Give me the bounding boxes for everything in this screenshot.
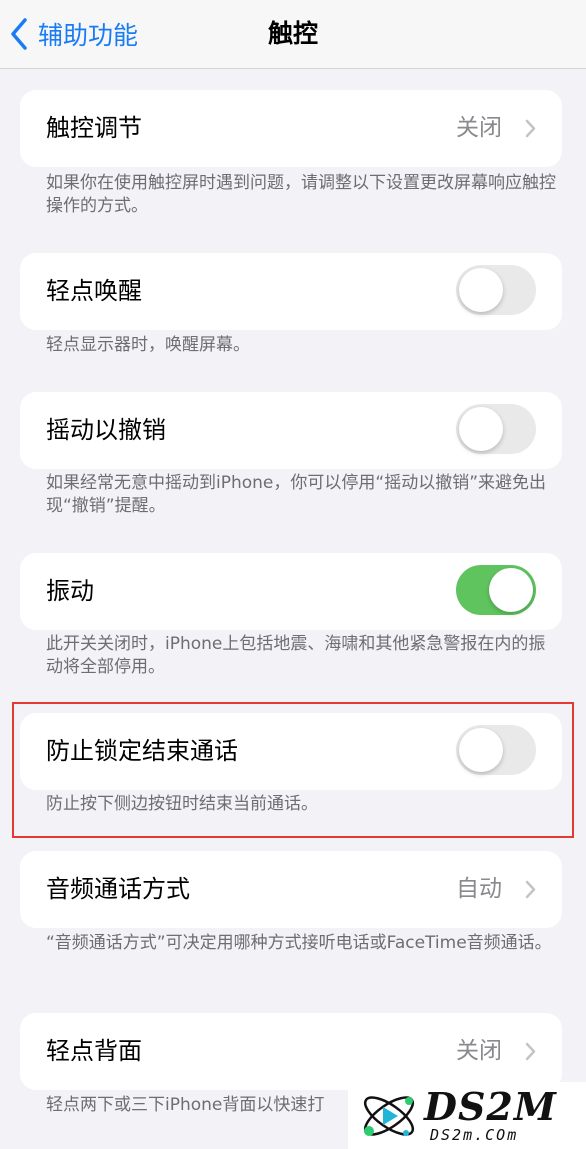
call-audio-routing-row[interactable]: 音频通话方式 自动 <box>20 851 562 928</box>
row-label: 振动 <box>46 577 94 605</box>
watermark-title: DS2M <box>424 1083 557 1129</box>
vibration-row: 振动 <box>20 553 562 630</box>
highlight-annotation-box <box>12 702 574 838</box>
chevron-right-icon <box>525 119 536 138</box>
page-title: 触控 <box>267 19 318 48</box>
tap-to-wake-toggle[interactable] <box>456 265 536 315</box>
shake-to-undo-toggle[interactable] <box>456 404 536 454</box>
row-label: 摇动以撤销 <box>46 416 166 444</box>
row-label: 音频通话方式 <box>46 875 190 903</box>
vibration-toggle[interactable] <box>456 565 536 615</box>
watermark: DS2M DS2m.COm <box>348 1082 586 1149</box>
atom-logo-icon <box>363 1095 415 1136</box>
touch-accommodations-footnote: 如果你在使用触控屏时遇到问题，请调整以下设置更改屏幕响应触控操作的方式。 <box>46 173 556 216</box>
row-value: 关闭 <box>456 115 502 141</box>
toggle-knob <box>489 568 533 612</box>
navigation-bar: 辅助功能 触控 <box>0 0 586 69</box>
tap-to-wake-footnote: 轻点显示器时，唤醒屏幕。 <box>46 335 250 355</box>
row-value: 关闭 <box>456 1038 502 1064</box>
toggle-knob <box>459 268 503 312</box>
shake-to-undo-footnote: 如果经常无意中摇动到iPhone，你可以停用“摇动以撤销”来避免出现“撤销”提醒… <box>46 473 546 516</box>
chevron-right-icon <box>525 1042 536 1061</box>
row-label: 轻点背面 <box>46 1037 142 1065</box>
tap-to-wake-row: 轻点唤醒 <box>20 253 562 330</box>
chevron-right-icon <box>525 880 536 899</box>
row-label: 触控调节 <box>46 114 142 142</box>
vibration-footnote: 此开关关闭时，iPhone上包括地震、海啸和其他紧急警报在内的振动将全部停用。 <box>46 634 546 677</box>
toggle-knob <box>459 407 503 451</box>
call-audio-routing-footnote: “音频通话方式”可决定用哪种方式接听电话或FaceTime音频通话。 <box>46 933 552 953</box>
back-tap-row[interactable]: 轻点背面 关闭 <box>20 1013 562 1090</box>
row-value: 自动 <box>456 876 502 902</box>
shake-to-undo-row: 摇动以撤销 <box>20 392 562 469</box>
touch-accommodations-row[interactable]: 触控调节 关闭 <box>20 90 562 167</box>
row-label: 轻点唤醒 <box>46 277 142 305</box>
